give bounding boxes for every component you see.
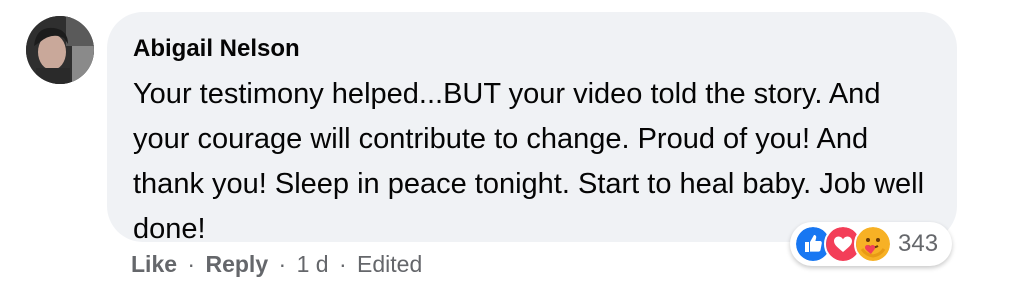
comment-timestamp[interactable]: 1 d bbox=[297, 251, 329, 277]
separator: · bbox=[187, 251, 196, 277]
comment-bubble: Abigail Nelson Your testimony helped...B… bbox=[107, 12, 957, 245]
reaction-count: 343 bbox=[898, 230, 939, 257]
separator: · bbox=[338, 251, 347, 277]
reactions-summary[interactable]: 343 bbox=[790, 222, 953, 266]
edited-label[interactable]: Edited bbox=[357, 251, 422, 277]
separator: · bbox=[278, 251, 287, 277]
avatar[interactable] bbox=[26, 16, 94, 84]
reply-button[interactable]: Reply bbox=[205, 251, 268, 277]
comment-container: Abigail Nelson Your testimony helped...B… bbox=[0, 0, 1024, 295]
care-icon bbox=[854, 225, 892, 263]
comment-author[interactable]: Abigail Nelson bbox=[133, 34, 929, 64]
comment-actions: Like · Reply · 1 d · Edited bbox=[131, 248, 422, 280]
like-button[interactable]: Like bbox=[131, 251, 177, 277]
reaction-icons bbox=[794, 225, 892, 263]
avatar-image bbox=[26, 16, 94, 84]
